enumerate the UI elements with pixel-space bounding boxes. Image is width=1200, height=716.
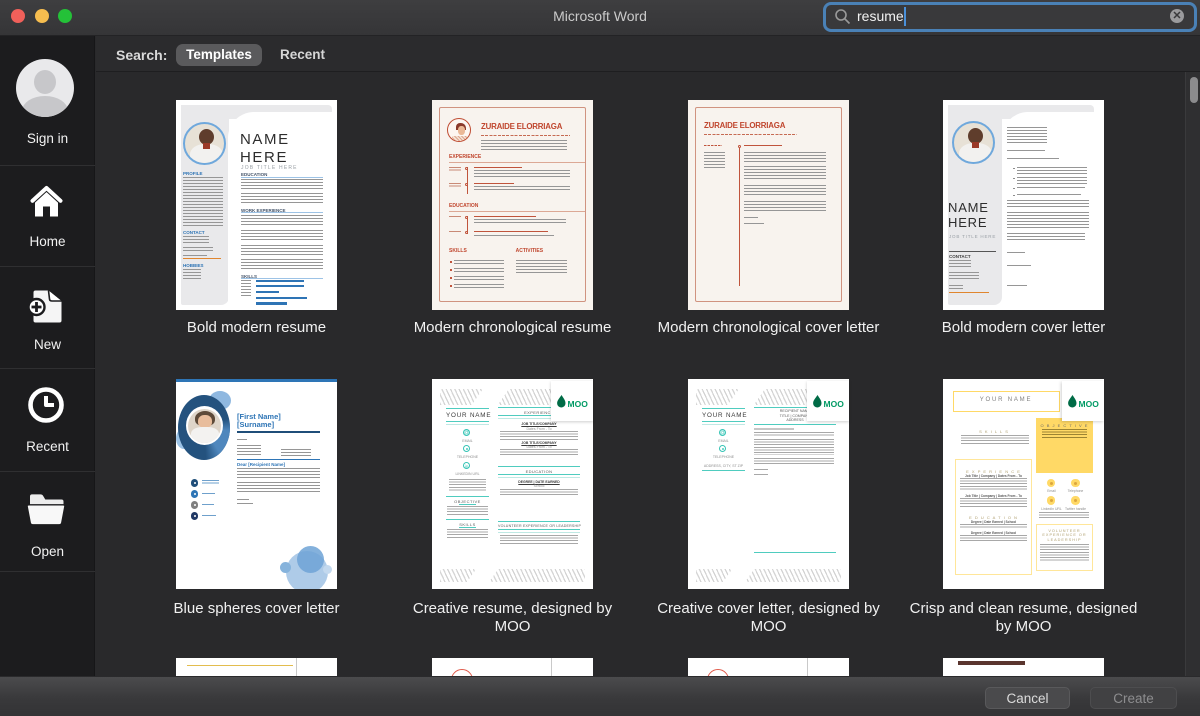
svg-text:MOO: MOO	[1078, 399, 1099, 409]
svg-text:MOO: MOO	[823, 399, 844, 409]
svg-text:MOO: MOO	[567, 399, 588, 409]
